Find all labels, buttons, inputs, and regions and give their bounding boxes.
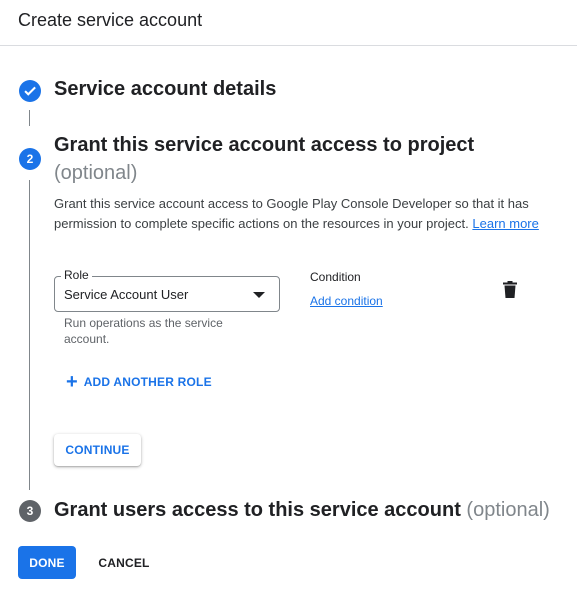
learn-more-link[interactable]: Learn more — [472, 216, 538, 231]
check-icon — [24, 86, 36, 96]
dropdown-arrow-icon — [253, 292, 265, 298]
add-condition-link[interactable]: Add condition — [310, 294, 383, 308]
step-1-complete-indicator — [19, 80, 41, 102]
cancel-button[interactable]: CANCEL — [91, 546, 157, 579]
done-button[interactable]: DONE — [18, 546, 76, 579]
role-select-value: Service Account User — [64, 287, 189, 302]
step-2-indicator: 2 — [19, 148, 41, 170]
step-3-title[interactable]: Grant users access to this service accou… — [54, 499, 550, 522]
step-connector — [29, 110, 30, 126]
add-another-role-label: ADD ANOTHER ROLE — [83, 375, 212, 389]
step-2-optional-label: (optional) — [54, 162, 138, 184]
step-3-indicator: 3 — [19, 500, 41, 522]
description-text: Grant this service account access to Goo… — [54, 196, 529, 231]
step-3-title-text: Grant users access to this service accou… — [54, 499, 461, 521]
role-hint-text: Run operations as the service account. — [64, 316, 223, 346]
step-connector — [29, 180, 30, 490]
add-another-role-button[interactable]: + ADD ANOTHER ROLE — [66, 372, 212, 392]
step-1-title[interactable]: Service account details — [54, 78, 276, 101]
plus-icon: + — [66, 371, 78, 393]
dialog-header: Create service account — [0, 0, 577, 46]
dialog-title: Create service account — [18, 10, 203, 30]
step-3-optional-label: (optional) — [466, 499, 550, 521]
condition-label: Condition — [310, 270, 361, 284]
role-select[interactable]: Role Service Account User — [54, 268, 280, 312]
role-select-label: Role — [61, 268, 92, 282]
step-2-description: Grant this service account access to Goo… — [54, 194, 544, 234]
step-2-title: Grant this service account access to pro… — [54, 134, 475, 156]
continue-button[interactable]: CONTINUE — [54, 434, 141, 466]
delete-role-icon[interactable] — [503, 281, 517, 298]
